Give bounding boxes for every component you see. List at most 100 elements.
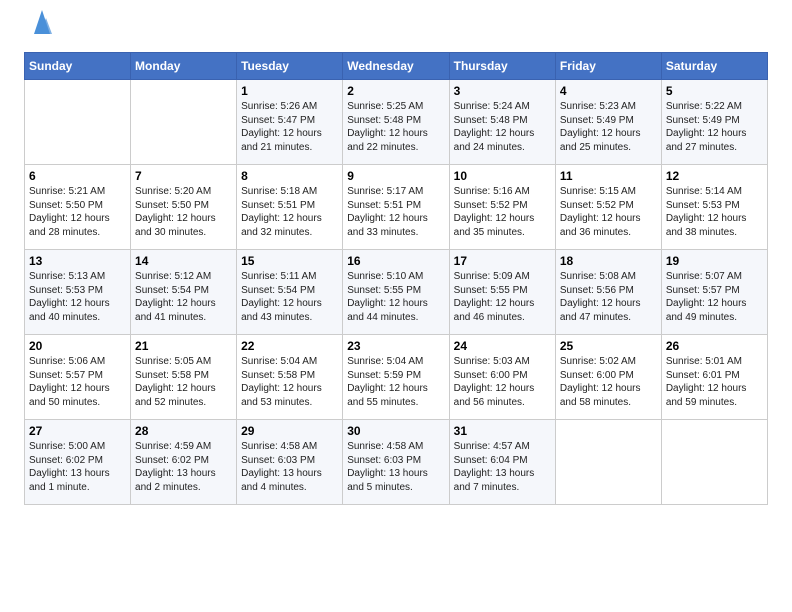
day-info: Sunrise: 5:09 AM Sunset: 5:55 PM Dayligh… — [454, 270, 551, 324]
day-info: Sunrise: 5:21 AM Sunset: 5:50 PM Dayligh… — [29, 185, 126, 239]
calendar-cell: 21 Sunrise: 5:05 AM Sunset: 5:58 PM Dayli… — [131, 335, 237, 420]
calendar-table: SundayMondayTuesdayWednesdayThursdayFrid… — [24, 52, 768, 505]
calendar-week-row: 20Sunrise: 5:06 AM Sunset: 5:57 PM Dayli… — [25, 335, 768, 420]
day-number: 9 — [347, 169, 444, 183]
calendar-week-row: 13 Sunrise: 5:13 AM Sunset: 5:53 PM Dayli… — [25, 250, 768, 335]
day-info: Sunrise: 5:24 AM Sunset: 5:48 PM Dayligh… — [454, 100, 551, 154]
day-number: 26 — [666, 339, 763, 353]
calendar-cell: 12Sunrise: 5:14 AM Sunset: 5:53 PM Dayli… — [661, 165, 767, 250]
calendar-cell: 11 Sunrise: 5:15 AM Sunset: 5:52 PM Dayli… — [555, 165, 661, 250]
day-info: Sunrise: 5:15 AM Sunset: 5:52 PM Dayligh… — [560, 185, 657, 239]
day-info: Sunrise: 5:04 AM Sunset: 5:59 PM Dayligh… — [347, 355, 444, 409]
weekday-header-thursday: Thursday — [449, 53, 555, 80]
page-header — [24, 20, 768, 42]
calendar-cell: 27Sunrise: 5:00 AM Sunset: 6:02 PM Dayli… — [25, 420, 131, 505]
day-number: 28 — [135, 424, 232, 438]
calendar-cell: 20Sunrise: 5:06 AM Sunset: 5:57 PM Dayli… — [25, 335, 131, 420]
day-number: 13 — [29, 254, 126, 268]
day-number: 11 — [560, 169, 657, 183]
day-number: 27 — [29, 424, 126, 438]
day-number: 22 — [241, 339, 338, 353]
calendar-cell: 8 Sunrise: 5:18 AM Sunset: 5:51 PM Daylig… — [237, 165, 343, 250]
day-number: 8 — [241, 169, 338, 183]
day-number: 25 — [560, 339, 657, 353]
logo-icon — [26, 6, 58, 38]
logo — [24, 20, 58, 42]
day-number: 31 — [454, 424, 551, 438]
day-number: 29 — [241, 424, 338, 438]
calendar-week-row: 1Sunrise: 5:26 AM Sunset: 5:47 PM Daylig… — [25, 80, 768, 165]
day-info: Sunrise: 5:03 AM Sunset: 6:00 PM Dayligh… — [454, 355, 551, 409]
calendar-cell: 16 Sunrise: 5:10 AM Sunset: 5:55 PM Dayli… — [343, 250, 449, 335]
day-info: Sunrise: 5:13 AM Sunset: 5:53 PM Dayligh… — [29, 270, 126, 324]
calendar-cell: 31 Sunrise: 4:57 AM Sunset: 6:04 PM Dayli… — [449, 420, 555, 505]
weekday-header-saturday: Saturday — [661, 53, 767, 80]
calendar-cell: 29 Sunrise: 4:58 AM Sunset: 6:03 PM Dayli… — [237, 420, 343, 505]
calendar-cell: 10 Sunrise: 5:16 AM Sunset: 5:52 PM Dayli… — [449, 165, 555, 250]
calendar-cell — [131, 80, 237, 165]
day-info: Sunrise: 4:58 AM Sunset: 6:03 PM Dayligh… — [241, 440, 338, 494]
day-info: Sunrise: 5:18 AM Sunset: 5:51 PM Dayligh… — [241, 185, 338, 239]
day-info: Sunrise: 5:08 AM Sunset: 5:56 PM Dayligh… — [560, 270, 657, 324]
weekday-header-sunday: Sunday — [25, 53, 131, 80]
day-info: Sunrise: 5:10 AM Sunset: 5:55 PM Dayligh… — [347, 270, 444, 324]
calendar-cell: 19Sunrise: 5:07 AM Sunset: 5:57 PM Dayli… — [661, 250, 767, 335]
day-info: Sunrise: 5:02 AM Sunset: 6:00 PM Dayligh… — [560, 355, 657, 409]
calendar-cell — [555, 420, 661, 505]
day-info: Sunrise: 5:17 AM Sunset: 5:51 PM Dayligh… — [347, 185, 444, 239]
day-number: 5 — [666, 84, 763, 98]
calendar-cell: 2 Sunrise: 5:25 AM Sunset: 5:48 PM Daylig… — [343, 80, 449, 165]
day-info: Sunrise: 5:16 AM Sunset: 5:52 PM Dayligh… — [454, 185, 551, 239]
day-number: 21 — [135, 339, 232, 353]
day-info: Sunrise: 5:06 AM Sunset: 5:57 PM Dayligh… — [29, 355, 126, 409]
day-info: Sunrise: 5:05 AM Sunset: 5:58 PM Dayligh… — [135, 355, 232, 409]
calendar-cell: 22 Sunrise: 5:04 AM Sunset: 5:58 PM Dayli… — [237, 335, 343, 420]
calendar-cell: 17 Sunrise: 5:09 AM Sunset: 5:55 PM Dayli… — [449, 250, 555, 335]
day-info: Sunrise: 5:01 AM Sunset: 6:01 PM Dayligh… — [666, 355, 763, 409]
day-number: 12 — [666, 169, 763, 183]
day-number: 3 — [454, 84, 551, 98]
weekday-header-friday: Friday — [555, 53, 661, 80]
calendar-cell: 3 Sunrise: 5:24 AM Sunset: 5:48 PM Daylig… — [449, 80, 555, 165]
calendar-cell: 5 Sunrise: 5:22 AM Sunset: 5:49 PM Daylig… — [661, 80, 767, 165]
calendar-cell: 26 Sunrise: 5:01 AM Sunset: 6:01 PM Dayli… — [661, 335, 767, 420]
weekday-header-monday: Monday — [131, 53, 237, 80]
day-number: 15 — [241, 254, 338, 268]
calendar-cell: 13 Sunrise: 5:13 AM Sunset: 5:53 PM Dayli… — [25, 250, 131, 335]
day-number: 24 — [454, 339, 551, 353]
calendar-week-row: 6 Sunrise: 5:21 AM Sunset: 5:50 PM Daylig… — [25, 165, 768, 250]
day-number: 4 — [560, 84, 657, 98]
day-info: Sunrise: 5:07 AM Sunset: 5:57 PM Dayligh… — [666, 270, 763, 324]
day-number: 10 — [454, 169, 551, 183]
calendar-cell: 25 Sunrise: 5:02 AM Sunset: 6:00 PM Dayli… — [555, 335, 661, 420]
weekday-header-wednesday: Wednesday — [343, 53, 449, 80]
day-number: 6 — [29, 169, 126, 183]
day-number: 30 — [347, 424, 444, 438]
day-info: Sunrise: 5:23 AM Sunset: 5:49 PM Dayligh… — [560, 100, 657, 154]
day-number: 2 — [347, 84, 444, 98]
calendar-cell: 1Sunrise: 5:26 AM Sunset: 5:47 PM Daylig… — [237, 80, 343, 165]
day-info: Sunrise: 4:57 AM Sunset: 6:04 PM Dayligh… — [454, 440, 551, 494]
weekday-header-tuesday: Tuesday — [237, 53, 343, 80]
day-info: Sunrise: 4:59 AM Sunset: 6:02 PM Dayligh… — [135, 440, 232, 494]
day-info: Sunrise: 5:25 AM Sunset: 5:48 PM Dayligh… — [347, 100, 444, 154]
day-info: Sunrise: 5:12 AM Sunset: 5:54 PM Dayligh… — [135, 270, 232, 324]
calendar-cell: 6 Sunrise: 5:21 AM Sunset: 5:50 PM Daylig… — [25, 165, 131, 250]
day-info: Sunrise: 4:58 AM Sunset: 6:03 PM Dayligh… — [347, 440, 444, 494]
day-number: 16 — [347, 254, 444, 268]
calendar-cell: 23Sunrise: 5:04 AM Sunset: 5:59 PM Dayli… — [343, 335, 449, 420]
calendar-cell: 15Sunrise: 5:11 AM Sunset: 5:54 PM Dayli… — [237, 250, 343, 335]
calendar-cell — [661, 420, 767, 505]
day-info: Sunrise: 5:04 AM Sunset: 5:58 PM Dayligh… — [241, 355, 338, 409]
day-number: 18 — [560, 254, 657, 268]
calendar-cell: 30 Sunrise: 4:58 AM Sunset: 6:03 PM Dayli… — [343, 420, 449, 505]
day-number: 7 — [135, 169, 232, 183]
calendar-cell — [25, 80, 131, 165]
calendar-week-row: 27Sunrise: 5:00 AM Sunset: 6:02 PM Dayli… — [25, 420, 768, 505]
day-info: Sunrise: 5:22 AM Sunset: 5:49 PM Dayligh… — [666, 100, 763, 154]
weekday-header-row: SundayMondayTuesdayWednesdayThursdayFrid… — [25, 53, 768, 80]
day-number: 17 — [454, 254, 551, 268]
calendar-cell: 4 Sunrise: 5:23 AM Sunset: 5:49 PM Daylig… — [555, 80, 661, 165]
calendar-cell: 18 Sunrise: 5:08 AM Sunset: 5:56 PM Dayli… — [555, 250, 661, 335]
calendar-cell: 9 Sunrise: 5:17 AM Sunset: 5:51 PM Daylig… — [343, 165, 449, 250]
